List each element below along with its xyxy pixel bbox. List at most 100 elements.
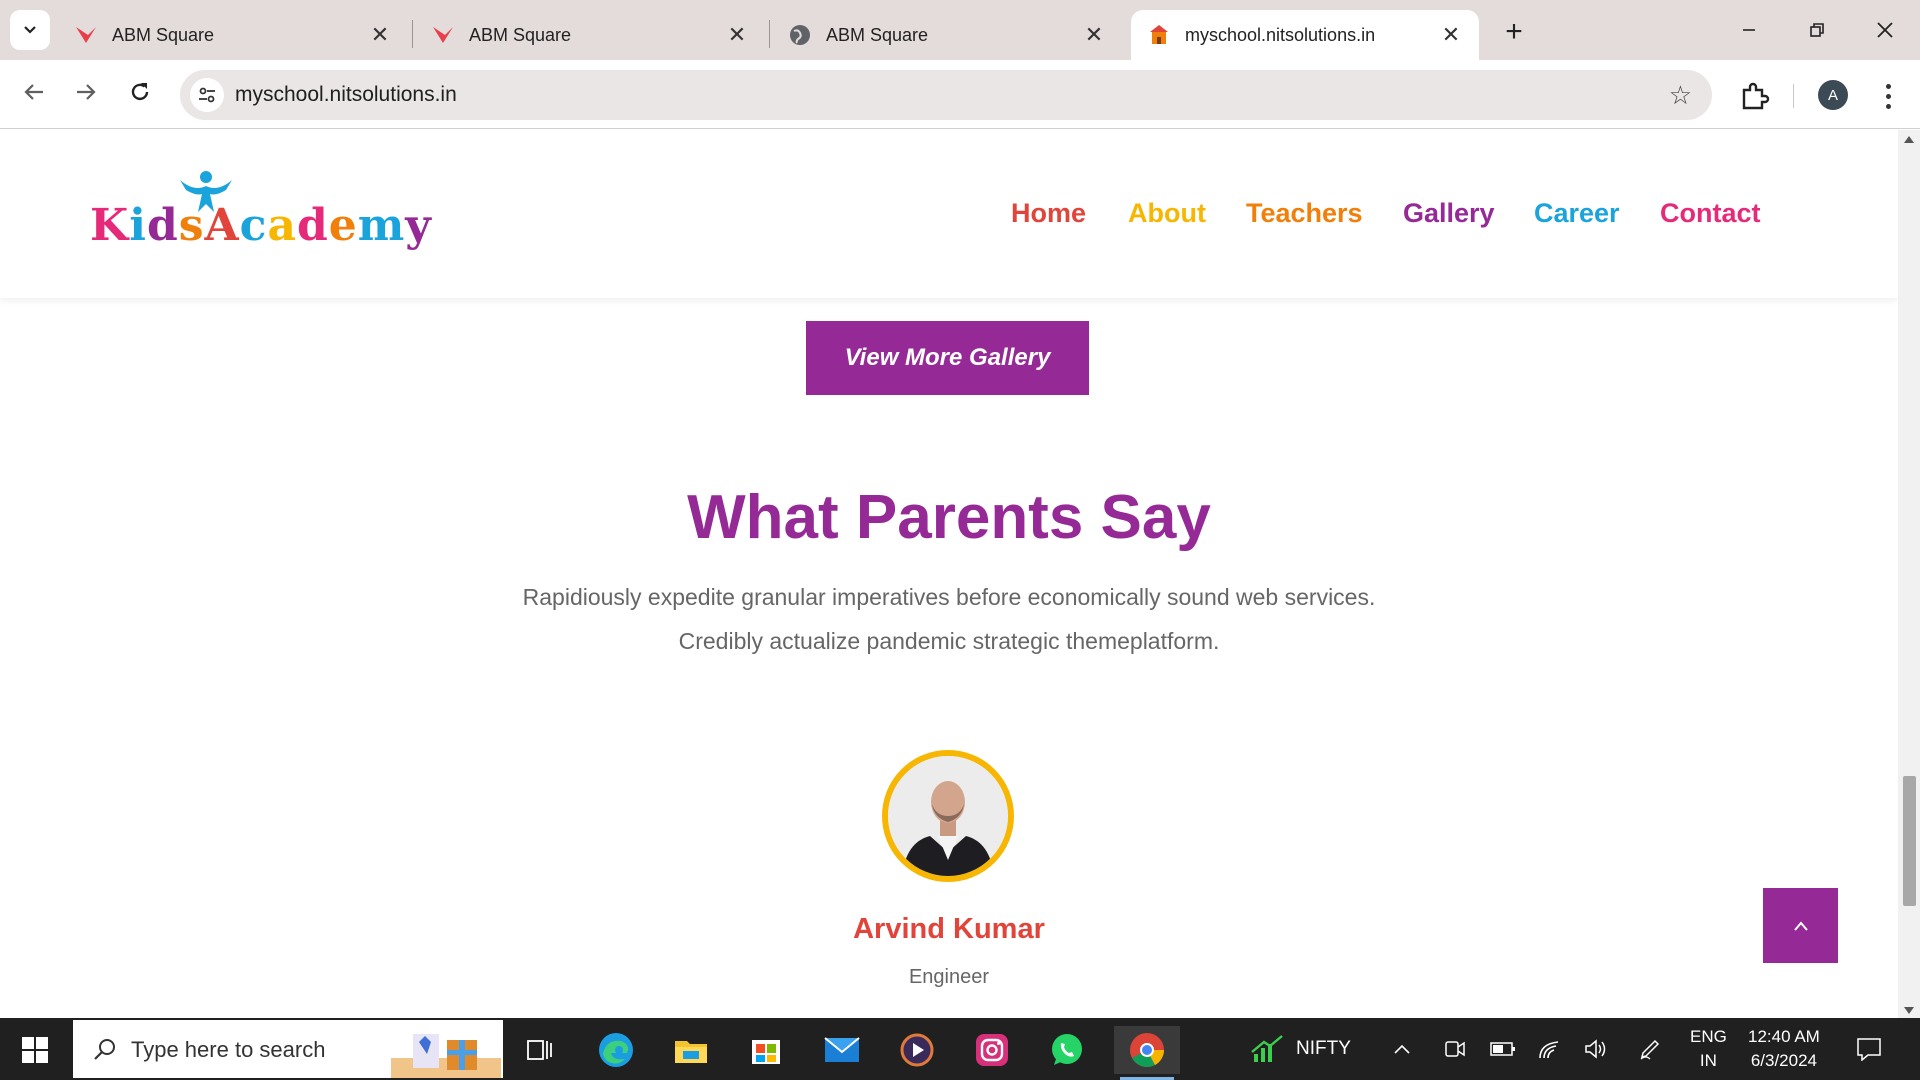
search-placeholder: Type here to search [131, 1037, 326, 1062]
whatsapp-app-button[interactable] [1039, 1026, 1095, 1074]
browser-tab-2[interactable]: ABM Square ✕ [415, 10, 765, 60]
close-window-button[interactable] [1860, 8, 1910, 52]
notification-center-button[interactable] [1856, 1018, 1882, 1080]
page-scrollbar[interactable] [1898, 130, 1920, 1018]
nav-gallery[interactable]: Gallery [1403, 198, 1495, 229]
file-explorer-button[interactable] [663, 1026, 719, 1074]
windows-logo-icon [22, 1037, 48, 1063]
media-player-button[interactable] [889, 1026, 945, 1074]
testimonial-name: Arvind Kumar [853, 913, 1045, 945]
taskbar-search-box[interactable]: Type here to search [73, 1020, 503, 1078]
chevron-down-icon [24, 26, 36, 34]
view-more-gallery-button[interactable]: View More Gallery [806, 321, 1089, 395]
back-to-top-button[interactable] [1763, 888, 1838, 963]
nav-about[interactable]: About [1128, 198, 1206, 229]
scrollbar-thumb[interactable] [1903, 776, 1916, 906]
store-icon [752, 1040, 780, 1064]
back-button[interactable] [14, 72, 54, 112]
battery-icon [1490, 1042, 1515, 1056]
stock-chart-icon [1251, 1035, 1283, 1062]
tab-label: ABM Square [469, 24, 572, 45]
logo-letter: s [178, 200, 205, 251]
scroll-down-arrow-icon[interactable] [1904, 1007, 1914, 1014]
browser-tab-active[interactable]: myschool.nitsolutions.in ✕ [1131, 10, 1479, 60]
forward-button[interactable] [66, 72, 106, 112]
abm-logo-icon [74, 23, 98, 47]
close-icon[interactable]: ✕ [368, 22, 392, 47]
globe-icon [788, 23, 812, 47]
logo-letter: m [357, 200, 406, 251]
logo-letter: d [146, 200, 179, 251]
input-language[interactable]: ENG IN [1690, 1018, 1727, 1080]
section-subtitle-line-1: Rapidiously expedite granular imperative… [522, 584, 1376, 610]
chevron-up-icon [1793, 920, 1808, 931]
close-icon[interactable]: ✕ [1082, 22, 1106, 47]
play-icon [900, 1033, 934, 1067]
new-tab-button[interactable]: + [1496, 14, 1532, 50]
clock-time: 12:40 AM [1748, 1027, 1820, 1046]
whatsapp-icon [1052, 1034, 1082, 1065]
toolbar-divider [1793, 84, 1794, 108]
edge-icon [599, 1033, 633, 1067]
scroll-up-arrow-icon[interactable] [1904, 136, 1914, 143]
logo-letter: c [239, 200, 268, 251]
extensions-puzzle-icon[interactable] [1736, 78, 1772, 114]
logo-letter: K [90, 200, 130, 251]
close-icon[interactable]: ✕ [725, 22, 749, 47]
search-highlight-illustration-icon [391, 1034, 501, 1078]
edge-app-button[interactable] [588, 1026, 644, 1074]
nav-career[interactable]: Career [1534, 198, 1620, 229]
reload-button[interactable] [120, 72, 160, 112]
tab-search-button[interactable] [10, 10, 50, 50]
pen-icon [1640, 1039, 1660, 1060]
nav-teachers[interactable]: Teachers [1246, 198, 1363, 229]
school-icon [1147, 23, 1171, 47]
meet-now-button[interactable] [1444, 1018, 1466, 1080]
network-status[interactable] [1538, 1018, 1562, 1080]
address-bar[interactable]: myschool.nitsolutions.in ☆ [180, 70, 1712, 120]
pen-workspace-button[interactable] [1638, 1018, 1662, 1080]
mail-app-button[interactable] [814, 1026, 870, 1074]
tab-label: myschool.nitsolutions.in [1185, 24, 1376, 45]
browser-tab-1[interactable]: ABM Square ✕ [58, 10, 408, 60]
browser-tab-3[interactable]: ABM Square ✕ [772, 10, 1122, 60]
profile-avatar[interactable]: A [1818, 80, 1848, 110]
speaker-icon [1585, 1039, 1606, 1059]
restore-button[interactable] [1792, 8, 1842, 52]
logo-letter: i [129, 200, 147, 251]
instagram-app-button[interactable] [964, 1026, 1020, 1074]
browser-menu-button[interactable] [1874, 78, 1902, 114]
person-photo-icon [888, 756, 1008, 876]
reload-icon [131, 83, 149, 101]
kidsacademy-logo[interactable]: KidsAcademy [90, 170, 431, 251]
bookmark-star-icon[interactable]: ☆ [1669, 80, 1692, 111]
stock-widget[interactable]: NIFTY [1250, 1018, 1351, 1080]
store-app-button[interactable] [738, 1026, 794, 1074]
site-settings-icon[interactable] [190, 78, 224, 112]
task-view-icon [527, 1040, 552, 1060]
minimize-button[interactable] [1724, 8, 1774, 52]
task-view-button[interactable] [512, 1026, 568, 1074]
logo-letter: d [296, 200, 329, 251]
chrome-app-button[interactable] [1114, 1026, 1180, 1080]
system-clock[interactable]: 12:40 AM 6/3/2024 [1748, 1018, 1820, 1080]
battery-status[interactable] [1490, 1018, 1516, 1080]
tab-divider [412, 20, 413, 48]
show-hidden-icons-button[interactable] [1393, 1018, 1411, 1080]
close-icon [1877, 22, 1893, 38]
chrome-icon [1130, 1033, 1164, 1067]
volume-control[interactable] [1584, 1018, 1608, 1080]
start-button[interactable] [12, 1030, 58, 1070]
nav-home[interactable]: Home [1011, 198, 1086, 229]
nav-contact[interactable]: Contact [1660, 198, 1761, 229]
arrow-left-icon [24, 84, 43, 100]
mail-icon [824, 1037, 860, 1062]
search-icon [94, 1039, 115, 1060]
close-icon[interactable]: ✕ [1439, 22, 1463, 47]
page-viewport: KidsAcademy Home About Teachers Gallery … [0, 130, 1898, 1018]
url-text: myschool.nitsolutions.in [235, 83, 457, 106]
minimize-icon [1743, 29, 1755, 31]
section-subtitle-line-2: Credibly actualize pandemic strategic th… [678, 628, 1220, 654]
arrow-right-icon [77, 84, 96, 100]
logo-letter: y [405, 200, 432, 251]
